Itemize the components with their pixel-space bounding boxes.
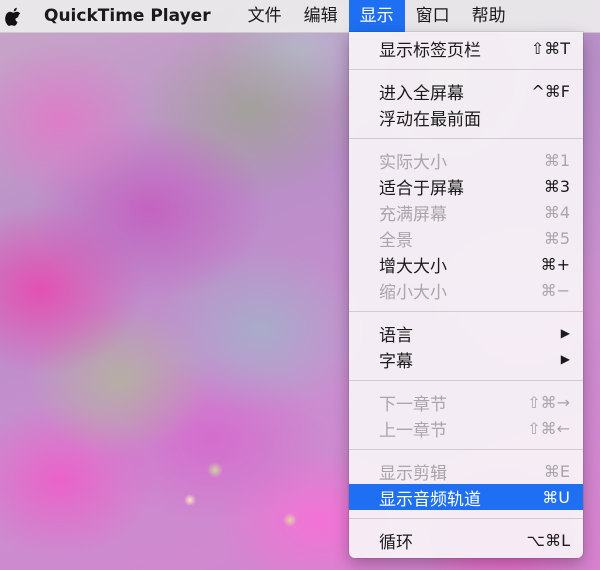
menu-item-label: 缩小大小 [379,282,447,303]
menu-item-shortcut: ⌘U [542,487,570,507]
menu-item-shortcut: ⇧⌘← [527,418,570,438]
menu-item-label: 浮动在最前面 [379,109,481,130]
menu-item-fit-to-screen[interactable]: 适合于屏幕 ⌘3 [349,173,583,199]
menu-item-shortcut: ⌘E [543,461,570,481]
menu-item-label: 显示标签页栏 [379,40,481,61]
menu-item-label: 适合于屏幕 [379,178,464,199]
menu-item-label: 字幕 [379,351,413,372]
menu-item-subtitles[interactable]: 字幕 ▶ [349,346,583,372]
menu-item-shortcut: ⌘3 [543,176,570,196]
menu-help[interactable]: 帮助 [461,0,517,32]
menu-item-shortcut: ⌘− [540,280,570,300]
menu-item-actual-size: 实际大小 ⌘1 [349,147,583,173]
submenu-arrow-icon: ▶ [560,352,570,366]
menu-item-label: 语言 [379,325,413,346]
menu-bar: QuickTime Player 文件 编辑 显示 窗口 帮助 [0,0,600,33]
menu-item-languages[interactable]: 语言 ▶ [349,320,583,346]
menu-separator [349,311,583,312]
menu-file[interactable]: 文件 [237,0,293,32]
menu-item-label: 显示音频轨道 [379,489,481,510]
menu-item-float-on-top[interactable]: 浮动在最前面 [349,104,583,130]
menu-separator [349,380,583,381]
menu-item-label: 循环 [379,532,413,553]
apple-logo-icon[interactable] [4,5,22,27]
menu-item-shortcut: ⌘4 [543,202,570,222]
menu-separator [349,518,583,519]
menu-item-label: 实际大小 [379,152,447,173]
menu-item-increase-size[interactable]: 增大大小 ⌘+ [349,251,583,277]
menu-edit[interactable]: 编辑 [293,0,349,32]
menu-item-label: 下一章节 [379,394,447,415]
view-menu-dropdown: 显示标签页栏 ⇧⌘T 进入全屏幕 ^⌘F 浮动在最前面 实际大小 ⌘1 适合于屏… [349,32,583,558]
menu-item-next-chapter: 下一章节 ⇧⌘→ [349,389,583,415]
menu-item-label: 显示剪辑 [379,463,447,484]
menu-item-enter-full-screen[interactable]: 进入全屏幕 ^⌘F [349,78,583,104]
menu-item-shortcut: ⇧⌘→ [527,392,570,412]
menu-item-loop[interactable]: 循环 ⌥⌘L [349,527,583,553]
menu-item-label: 充满屏幕 [379,204,447,225]
menu-item-show-tab-bar[interactable]: 显示标签页栏 ⇧⌘T [349,35,583,61]
menu-item-shortcut: ^⌘F [531,81,570,101]
menu-item-decrease-size: 缩小大小 ⌘− [349,277,583,303]
menu-item-previous-chapter: 上一章节 ⇧⌘← [349,415,583,441]
menu-separator [349,69,583,70]
menu-item-shortcut: ⌘1 [543,150,570,170]
menu-item-shortcut: ⌥⌘L [526,530,570,550]
menu-separator [349,449,583,450]
menu-item-shortcut: ⇧⌘T [530,38,570,58]
menu-item-label: 进入全屏幕 [379,83,464,104]
menu-item-show-clips: 显示剪辑 ⌘E [349,458,583,484]
submenu-arrow-icon: ▶ [560,326,570,340]
menu-item-show-audio-track[interactable]: 显示音频轨道 ⌘U [349,484,583,510]
menu-separator [349,138,583,139]
menu-item-fill-screen: 充满屏幕 ⌘4 [349,199,583,225]
app-name-menu[interactable]: QuickTime Player [44,6,211,26]
menu-window[interactable]: 窗口 [405,0,461,32]
menu-item-shortcut: ⌘+ [540,254,570,274]
menu-item-shortcut: ⌘5 [543,228,570,248]
menu-item-label: 上一章节 [379,420,447,441]
menu-item-label: 全景 [379,230,413,251]
menu-view[interactable]: 显示 [348,0,405,32]
menu-item-label: 增大大小 [379,256,447,277]
menu-item-panoramic: 全景 ⌘5 [349,225,583,251]
